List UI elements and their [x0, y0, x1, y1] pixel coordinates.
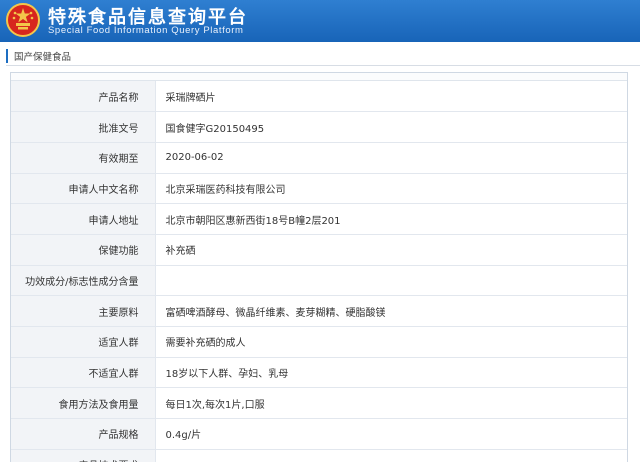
field-label: 主要原料 — [11, 295, 156, 327]
field-value: 富硒啤酒酵母、微晶纤维素、麦芽糊精、硬脂酸镁 — [155, 295, 627, 327]
field-value: 采瑞牌硒片 — [155, 81, 627, 113]
detail-table-body: 产品名称 采瑞牌硒片 批准文号 国食健字G20150495 有效期至 2020-06-02… — [11, 81, 627, 462]
field-label: 批准文号 — [11, 111, 156, 143]
tab-marker — [6, 48, 8, 63]
table-row: 食用方法及食用量 每日1次,每次1片,口服 — [11, 387, 627, 420]
field-value: 18岁以下人群、孕妇、乳母 — [155, 357, 627, 389]
field-label: 申请人中文名称 — [11, 173, 156, 205]
field-label: 食用方法及食用量 — [11, 387, 156, 420]
field-label: 保健功能 — [11, 234, 156, 266]
field-value: 国食健字G20150495 — [155, 111, 627, 143]
field-value: 每日1次,每次1片,口服 — [155, 387, 627, 420]
tab-domestic-health-food[interactable]: 国产保健食品 — [14, 49, 71, 63]
field-value: 2020-06-02 — [155, 142, 627, 174]
field-label: 产品名称 — [11, 81, 156, 113]
field-label: 产品技术要求 — [11, 449, 156, 462]
table-row: 主要原料 富硒啤酒酵母、微晶纤维素、麦芽糊精、硬脂酸镁 — [11, 295, 627, 327]
field-label: 申请人地址 — [11, 203, 156, 235]
table-row: 功效成分/标志性成分含量 — [11, 265, 627, 297]
field-label: 适宜人群 — [11, 326, 156, 358]
product-detail-panel: 产品名称 采瑞牌硒片 批准文号 国食健字G20150495 有效期至 2020-06-02… — [10, 72, 628, 462]
field-label: 有效期至 — [11, 142, 156, 174]
table-row: 适宜人群 需要补充硒的成人 — [11, 326, 627, 358]
field-value: 0.4g/片 — [155, 418, 627, 450]
field-value — [155, 265, 627, 297]
table-row: 产品技术要求 — [11, 449, 627, 462]
national-emblem-icon — [6, 3, 40, 37]
table-row: 产品规格 0.4g/片 — [11, 418, 627, 450]
table-row: 不适宜人群 18岁以下人群、孕妇、乳母 — [11, 357, 627, 389]
field-label: 不适宜人群 — [11, 357, 156, 389]
table-row: 有效期至 2020-06-02 — [11, 142, 627, 174]
table-row: 保健功能 补充硒 — [11, 234, 627, 266]
site-subtitle: Special Food Information Query Platform — [48, 25, 244, 36]
field-value — [155, 449, 627, 462]
field-value: 北京采瑞医药科技有限公司 — [155, 173, 627, 205]
field-value: 补充硒 — [155, 234, 627, 266]
field-value: 需要补充硒的成人 — [155, 326, 627, 358]
table-row: 批准文号 国食健字G20150495 — [11, 111, 627, 143]
table-row: 申请人地址 北京市朝阳区惠新西街18号B幢2层201 — [11, 203, 627, 235]
field-value: 北京市朝阳区惠新西街18号B幢2层201 — [155, 203, 627, 235]
field-label: 产品规格 — [11, 418, 156, 450]
table-row: 申请人中文名称 北京采瑞医药科技有限公司 — [11, 173, 627, 205]
site-header: 特殊食品信息查询平台 Special Food Information Quer… — [0, 0, 640, 42]
table-row: 产品名称 采瑞牌硒片 — [11, 81, 627, 113]
product-detail-table: 产品名称 采瑞牌硒片 批准文号 国食健字G20150495 有效期至 2020-06-02… — [11, 81, 627, 462]
panel-topbar — [11, 73, 627, 81]
field-label: 功效成分/标志性成分含量 — [11, 265, 156, 297]
section-tab[interactable]: 国产保健食品 — [6, 46, 640, 66]
